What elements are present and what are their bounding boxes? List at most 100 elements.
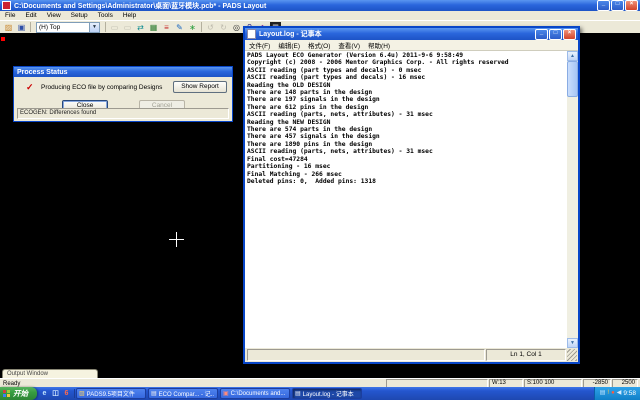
properties-icon[interactable]: ▭ bbox=[122, 22, 133, 33]
notepad-menu-bar: 文件(F)编辑(E)格式(O)查看(V)帮助(H) bbox=[245, 40, 578, 51]
notepad-window-title: Layout.log - 记事本 bbox=[259, 29, 322, 39]
notepad-menu-item[interactable]: 文件(F) bbox=[245, 40, 274, 50]
notepad-menu-item[interactable]: 帮助(H) bbox=[364, 40, 394, 50]
pads-title-bar[interactable]: C:\Documents and Settings\Administrator\… bbox=[0, 0, 640, 11]
toolbar-separator bbox=[30, 22, 31, 32]
pads-menu-item[interactable]: Help bbox=[118, 12, 141, 19]
log-text: PADS Layout ECO Generator (Version 6.4u)… bbox=[245, 51, 567, 348]
undo-icon[interactable]: ↺ bbox=[205, 22, 216, 33]
log-line: Deleted pins: 0, Added pins: 1318 bbox=[247, 178, 567, 185]
toolbar-separator bbox=[105, 22, 106, 32]
pads-menu-item[interactable]: Edit bbox=[20, 12, 41, 19]
taskbar: 开始 e◫6 ▨ PADS9.5项目文件 ▤ ECO Compar... - 记… bbox=[0, 387, 640, 400]
notepad-icon: ▤ bbox=[295, 390, 301, 397]
check-icon: ✓ bbox=[26, 82, 34, 93]
pads-menu-item[interactable]: Setup bbox=[66, 12, 93, 19]
volume-tray-icon[interactable]: ◀ bbox=[617, 389, 622, 398]
start-button[interactable]: 开始 bbox=[0, 387, 37, 400]
notepad-status-bar: Ln 1, Col 1 bbox=[245, 348, 578, 362]
resize-grip[interactable] bbox=[567, 349, 577, 361]
log-line: Final Matching - 266 msec bbox=[247, 171, 567, 178]
log-line: Final cost=47284 bbox=[247, 156, 567, 163]
crosshair-cursor bbox=[176, 232, 177, 247]
scrollbar-thumb[interactable] bbox=[567, 61, 578, 97]
redo-icon[interactable]: ↻ bbox=[218, 22, 229, 33]
process-status-dialog: Process Status ✓ Producing ECO file by c… bbox=[13, 66, 233, 122]
log-line: There are 197 signals in the design bbox=[247, 96, 567, 103]
dialog-body: ✓ Producing ECO file by comparing Design… bbox=[14, 77, 232, 121]
foxmail-quicklaunch-icon[interactable]: 6 bbox=[62, 389, 71, 398]
pencil-icon[interactable]: ✎ bbox=[174, 22, 185, 33]
vertical-scrollbar[interactable]: ▲ ▼ bbox=[567, 51, 578, 348]
pads-menu-item[interactable]: Tools bbox=[93, 12, 118, 19]
notepad-status-cell bbox=[247, 349, 485, 361]
taskbar-item-layout-log[interactable]: ▤ Layout.log - 记事本 bbox=[292, 388, 362, 399]
task-label: C:\Documents and... bbox=[231, 391, 286, 397]
layers-icon[interactable]: ≡ bbox=[161, 22, 172, 33]
taskbar-item-pads-layout[interactable]: ▣ C:\Documents and... bbox=[220, 388, 290, 399]
notepad-icon bbox=[247, 29, 256, 39]
pads-menu-item[interactable]: View bbox=[42, 12, 66, 19]
alert-tray-icon[interactable]: ! bbox=[607, 389, 609, 398]
minimize-button[interactable]: _ bbox=[597, 0, 610, 11]
log-line: Partitioning - 16 msec bbox=[247, 163, 567, 170]
log-line: Reading the OLD DESIGN bbox=[247, 82, 567, 89]
close-button[interactable]: × bbox=[625, 0, 638, 11]
toolbar-file-group: ▨▣ bbox=[2, 22, 28, 33]
chevron-down-icon[interactable]: ▼ bbox=[89, 23, 99, 32]
layer-combo-value: (H) Top bbox=[39, 24, 60, 31]
zoom-icon[interactable]: ◎ bbox=[231, 22, 242, 33]
scroll-up-icon[interactable]: ▲ bbox=[567, 51, 578, 61]
dialog-message: Producing ECO file by comparing Designs bbox=[41, 84, 162, 91]
notepad-close-button[interactable]: × bbox=[563, 29, 576, 40]
status-ready-text: Ready bbox=[0, 381, 386, 387]
select-mode-icon[interactable]: ▭ bbox=[109, 22, 120, 33]
show-desktop-icon[interactable]: ◫ bbox=[51, 389, 60, 398]
notepad-text-area[interactable]: PADS Layout ECO Generator (Version 6.4u)… bbox=[245, 51, 578, 348]
log-line: Reading the NEW DESIGN bbox=[247, 119, 567, 126]
notepad-minimize-button[interactable]: _ bbox=[535, 29, 548, 40]
clock: 9:58 bbox=[623, 390, 636, 397]
network-tray-icon[interactable]: ▤ bbox=[600, 389, 606, 398]
notepad-maximize-button[interactable]: □ bbox=[549, 29, 562, 40]
dialog-title-bar[interactable]: Process Status bbox=[14, 67, 232, 77]
pads-app-icon bbox=[2, 1, 11, 10]
notepad-icon: ▤ bbox=[151, 390, 157, 397]
maximize-button[interactable]: □ bbox=[611, 0, 624, 11]
route-icon[interactable]: ⇄ bbox=[135, 22, 146, 33]
notepad-title-bar[interactable]: Layout.log - 记事本 _ □ × bbox=[245, 28, 578, 40]
task-label: Layout.log - 记事本 bbox=[303, 389, 354, 398]
task-label: ECO Compar... - 记.. bbox=[159, 389, 214, 398]
pads-menu-item[interactable]: File bbox=[0, 12, 20, 19]
save-icon[interactable]: ▣ bbox=[16, 22, 27, 33]
taskbar-item-eco-compare[interactable]: ▤ ECO Compar... - 记.. bbox=[148, 388, 218, 399]
folder-icon: ▨ bbox=[79, 390, 85, 397]
quick-launch-bar: e◫6 bbox=[37, 389, 75, 398]
dialog-title: Process Status bbox=[17, 69, 68, 76]
windows-flag-icon bbox=[3, 390, 10, 397]
dialog-status-text: ECOGEN: Differences found bbox=[17, 108, 229, 119]
start-label: 开始 bbox=[13, 388, 28, 399]
open-icon[interactable]: ▨ bbox=[3, 22, 14, 33]
show-report-button[interactable]: Show Report bbox=[173, 81, 227, 93]
scroll-down-icon[interactable]: ▼ bbox=[567, 338, 578, 348]
log-line: ASCII reading (parts, nets, attributes) … bbox=[247, 148, 567, 155]
antivirus-tray-icon[interactable]: ● bbox=[611, 389, 615, 398]
toolbar-separator bbox=[201, 22, 202, 32]
taskbar-item-pads-folder[interactable]: ▨ PADS9.5项目文件 bbox=[76, 388, 146, 399]
notepad-menu-item[interactable]: 格式(O) bbox=[304, 40, 334, 50]
glue-icon[interactable]: ∗ bbox=[187, 22, 198, 33]
system-tray: ▤!●◀ 9:58 bbox=[594, 387, 640, 400]
log-line: ASCII reading (parts, nets, attributes) … bbox=[247, 111, 567, 118]
ie-quicklaunch-icon[interactable]: e bbox=[40, 389, 49, 398]
cursor-position-text: Ln 1, Col 1 bbox=[486, 349, 566, 361]
notepad-menu-item[interactable]: 编辑(E) bbox=[274, 40, 304, 50]
board-icon[interactable]: ▦ bbox=[148, 22, 159, 33]
notepad-menu-item[interactable]: 查看(V) bbox=[334, 40, 364, 50]
task-label: PADS9.5项目文件 bbox=[87, 389, 135, 398]
pads-app-icon: ▣ bbox=[223, 390, 229, 397]
layer-combo[interactable]: (H) Top ▼ bbox=[36, 22, 100, 33]
log-line: ASCII reading (part types and decals) - … bbox=[247, 74, 567, 81]
log-line: Copyright (c) 2008 - 2006 Mentor Graphic… bbox=[247, 59, 567, 66]
output-window-tab[interactable]: Output Window bbox=[2, 369, 98, 378]
